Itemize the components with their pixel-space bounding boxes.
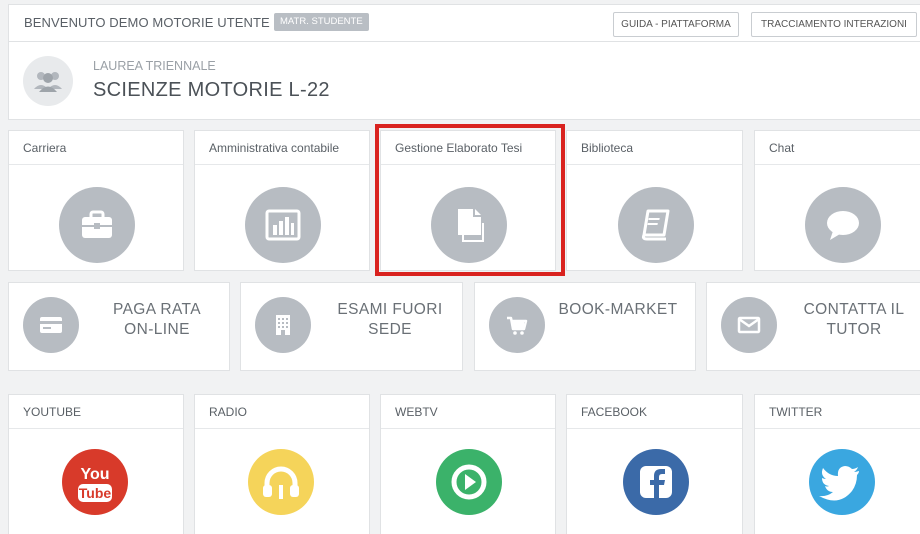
- youtube-icon: You Tube: [62, 449, 128, 515]
- welcome-text: BENVENUTO DEMO MOTORIE UTENTE: [24, 15, 270, 30]
- tile-contatta-il-tutor[interactable]: CONTATTA IL TUTOR: [706, 282, 920, 371]
- tile-webtv[interactable]: WEBTV: [380, 394, 556, 534]
- building-icon: [255, 297, 311, 353]
- course-panel: LAUREA TRIENNALE SCIENZE MOTORIE L-22: [8, 42, 920, 120]
- facebook-icon: [623, 449, 689, 515]
- envelope-icon: [721, 297, 777, 353]
- tile-label: TWITTER: [769, 405, 823, 419]
- tile-label: CONTATTA IL TUTOR: [803, 301, 905, 338]
- tile-esami-fuori-sede[interactable]: ESAMI FUORI SEDE: [240, 282, 463, 371]
- tile-radio[interactable]: RADIO: [194, 394, 370, 534]
- tile-label: Chat: [769, 141, 795, 155]
- twitter-icon: [809, 449, 875, 515]
- headphones-icon: [248, 449, 314, 515]
- tile-label: WEBTV: [395, 405, 438, 419]
- tile-label: YOUTUBE: [23, 405, 82, 419]
- tile-carriera[interactable]: Carriera: [8, 130, 184, 271]
- tile-label: FACEBOOK: [581, 405, 648, 419]
- tile-label: Biblioteca: [581, 141, 634, 155]
- tile-label: RADIO: [209, 405, 248, 419]
- tile-label: Gestione Elaborato Tesi: [395, 141, 523, 155]
- tile-amministrativa-contabile[interactable]: Amministrativa contabile: [194, 130, 370, 271]
- student-badge: MATR. STUDENTE: [274, 13, 369, 31]
- tile-gestione-elaborato-tesi[interactable]: Gestione Elaborato Tesi: [380, 130, 556, 271]
- bar-chart-icon: [245, 187, 321, 263]
- course-name: SCIENZE MOTORIE L-22: [93, 79, 330, 101]
- users-icon: [23, 56, 73, 106]
- tile-label: Amministrativa contabile: [209, 141, 340, 155]
- document-icon: [431, 187, 507, 263]
- tile-label: Carriera: [23, 141, 67, 155]
- tile-paga-rata-online[interactable]: PAGA RATA ON-LINE: [8, 282, 230, 371]
- tile-facebook[interactable]: FACEBOOK: [566, 394, 743, 534]
- briefcase-icon: [59, 187, 135, 263]
- tracking-button[interactable]: TRACCIAMENTO INTERAZIONI: [751, 12, 917, 37]
- cart-icon: [489, 297, 545, 353]
- guide-button[interactable]: GUIDA - PIATTAFORMA: [613, 12, 739, 37]
- svg-text:Tube: Tube: [79, 485, 112, 501]
- book-icon: [618, 187, 694, 263]
- tile-twitter[interactable]: TWITTER: [754, 394, 920, 534]
- tile-label: BOOK-MARKET: [558, 301, 678, 318]
- tile-label: PAGA RATA ON-LINE: [112, 301, 201, 338]
- top-bar: BENVENUTO DEMO MOTORIE UTENTE MATR. STUD…: [8, 4, 920, 42]
- tile-book-market[interactable]: BOOK-MARKET: [474, 282, 696, 371]
- tile-label: ESAMI FUORI SEDE: [337, 301, 443, 338]
- credit-card-icon: [23, 297, 79, 353]
- tile-youtube[interactable]: YOUTUBE You Tube: [8, 394, 184, 534]
- speech-bubble-icon: [805, 187, 881, 263]
- tile-biblioteca[interactable]: Biblioteca: [566, 130, 743, 271]
- svg-text:You: You: [80, 466, 109, 483]
- tile-chat[interactable]: Chat: [754, 130, 920, 271]
- play-icon: [436, 449, 502, 515]
- course-level: LAUREA TRIENNALE: [93, 59, 216, 73]
